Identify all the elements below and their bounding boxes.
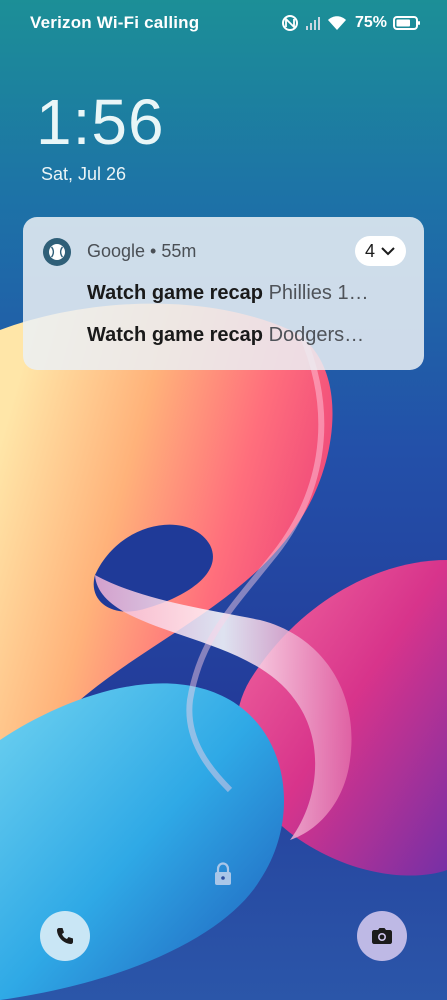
notification-expand-button[interactable]: 4: [355, 236, 406, 266]
wifi-icon: [327, 16, 346, 30]
phone-shortcut-button[interactable]: [40, 911, 90, 961]
status-icons: 75%: [281, 11, 421, 35]
chevron-down-icon: [381, 247, 395, 256]
notification-card[interactable]: Google • 55m 4 Watch game recap Phillies…: [23, 217, 424, 370]
notification-item-text: Dodgers…: [268, 324, 365, 346]
notification-item[interactable]: Watch game recap Phillies 1…: [87, 280, 405, 306]
lockscreen-date: Sat, Jul 26: [41, 164, 127, 184]
lock-icon: [215, 862, 231, 885]
carrier-label: Verizon Wi-Fi calling: [30, 13, 200, 32]
battery-percent: 75%: [354, 14, 387, 31]
baseball-icon: [43, 238, 71, 266]
notification-item[interactable]: Watch game recap Dodgers…: [87, 322, 405, 348]
phone-icon: [57, 928, 73, 944]
status-bar: Verizon Wi-Fi calling 75%: [0, 0, 447, 46]
camera-shortcut-button[interactable]: [357, 911, 407, 961]
lockscreen-clock: 1:56: [36, 86, 165, 158]
notification-item-text: Phillies 1…: [268, 282, 369, 304]
notification-header: Google • 55m: [87, 241, 197, 261]
battery-icon: [393, 16, 420, 30]
cellular-signal-icon: [305, 17, 320, 30]
notification-item-title: Watch game recap: [87, 324, 263, 346]
notification-count: 4: [364, 240, 375, 261]
camera-icon: [372, 928, 392, 944]
nfc-icon: [281, 15, 298, 31]
notification-item-title: Watch game recap: [87, 282, 263, 304]
